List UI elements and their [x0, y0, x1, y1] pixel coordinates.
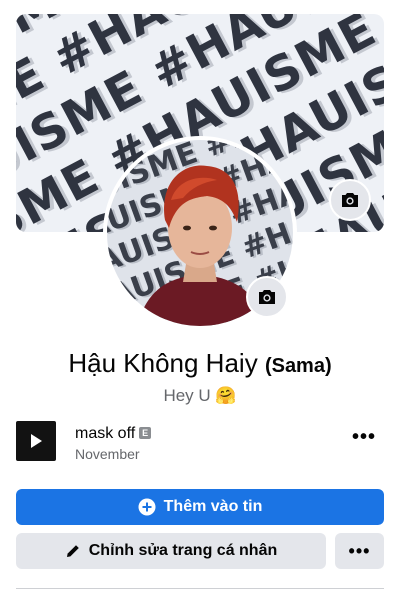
- song-artist: November: [75, 446, 140, 462]
- add-to-story-button[interactable]: Thêm vào tin: [16, 489, 384, 525]
- music-more-button[interactable]: •••: [352, 427, 376, 447]
- camera-icon: [342, 193, 358, 207]
- edit-cover-camera-button[interactable]: [329, 179, 371, 221]
- song-title-row: mask off E: [75, 425, 152, 443]
- profile-nickname: (Sama): [264, 355, 332, 377]
- album-art[interactable]: [16, 421, 56, 461]
- play-icon: [31, 434, 42, 448]
- profile-name-text: Hậu Không Haiy: [68, 348, 258, 378]
- edit-profile-label: Chỉnh sửa trang cá nhân: [88, 542, 278, 559]
- song-title: mask off: [75, 425, 136, 442]
- edit-avatar-camera-button[interactable]: [246, 276, 288, 318]
- more-options-button[interactable]: •••: [335, 533, 384, 569]
- add-to-story-label: Thêm vào tin: [163, 498, 263, 515]
- more-icon: •••: [348, 540, 371, 561]
- profile-bio: Hey U 🤗: [163, 386, 237, 405]
- pencil-icon: [66, 545, 79, 557]
- profile-music[interactable]: mask off E November •••: [16, 421, 384, 465]
- profile-name: Hậu Không Haiy (Sama): [0, 348, 400, 379]
- camera-icon: [259, 290, 275, 304]
- edit-profile-button[interactable]: Chỉnh sửa trang cá nhân: [16, 533, 326, 569]
- divider: [16, 588, 384, 589]
- explicit-badge: E: [139, 427, 152, 439]
- plus-circle-icon: [138, 498, 156, 516]
